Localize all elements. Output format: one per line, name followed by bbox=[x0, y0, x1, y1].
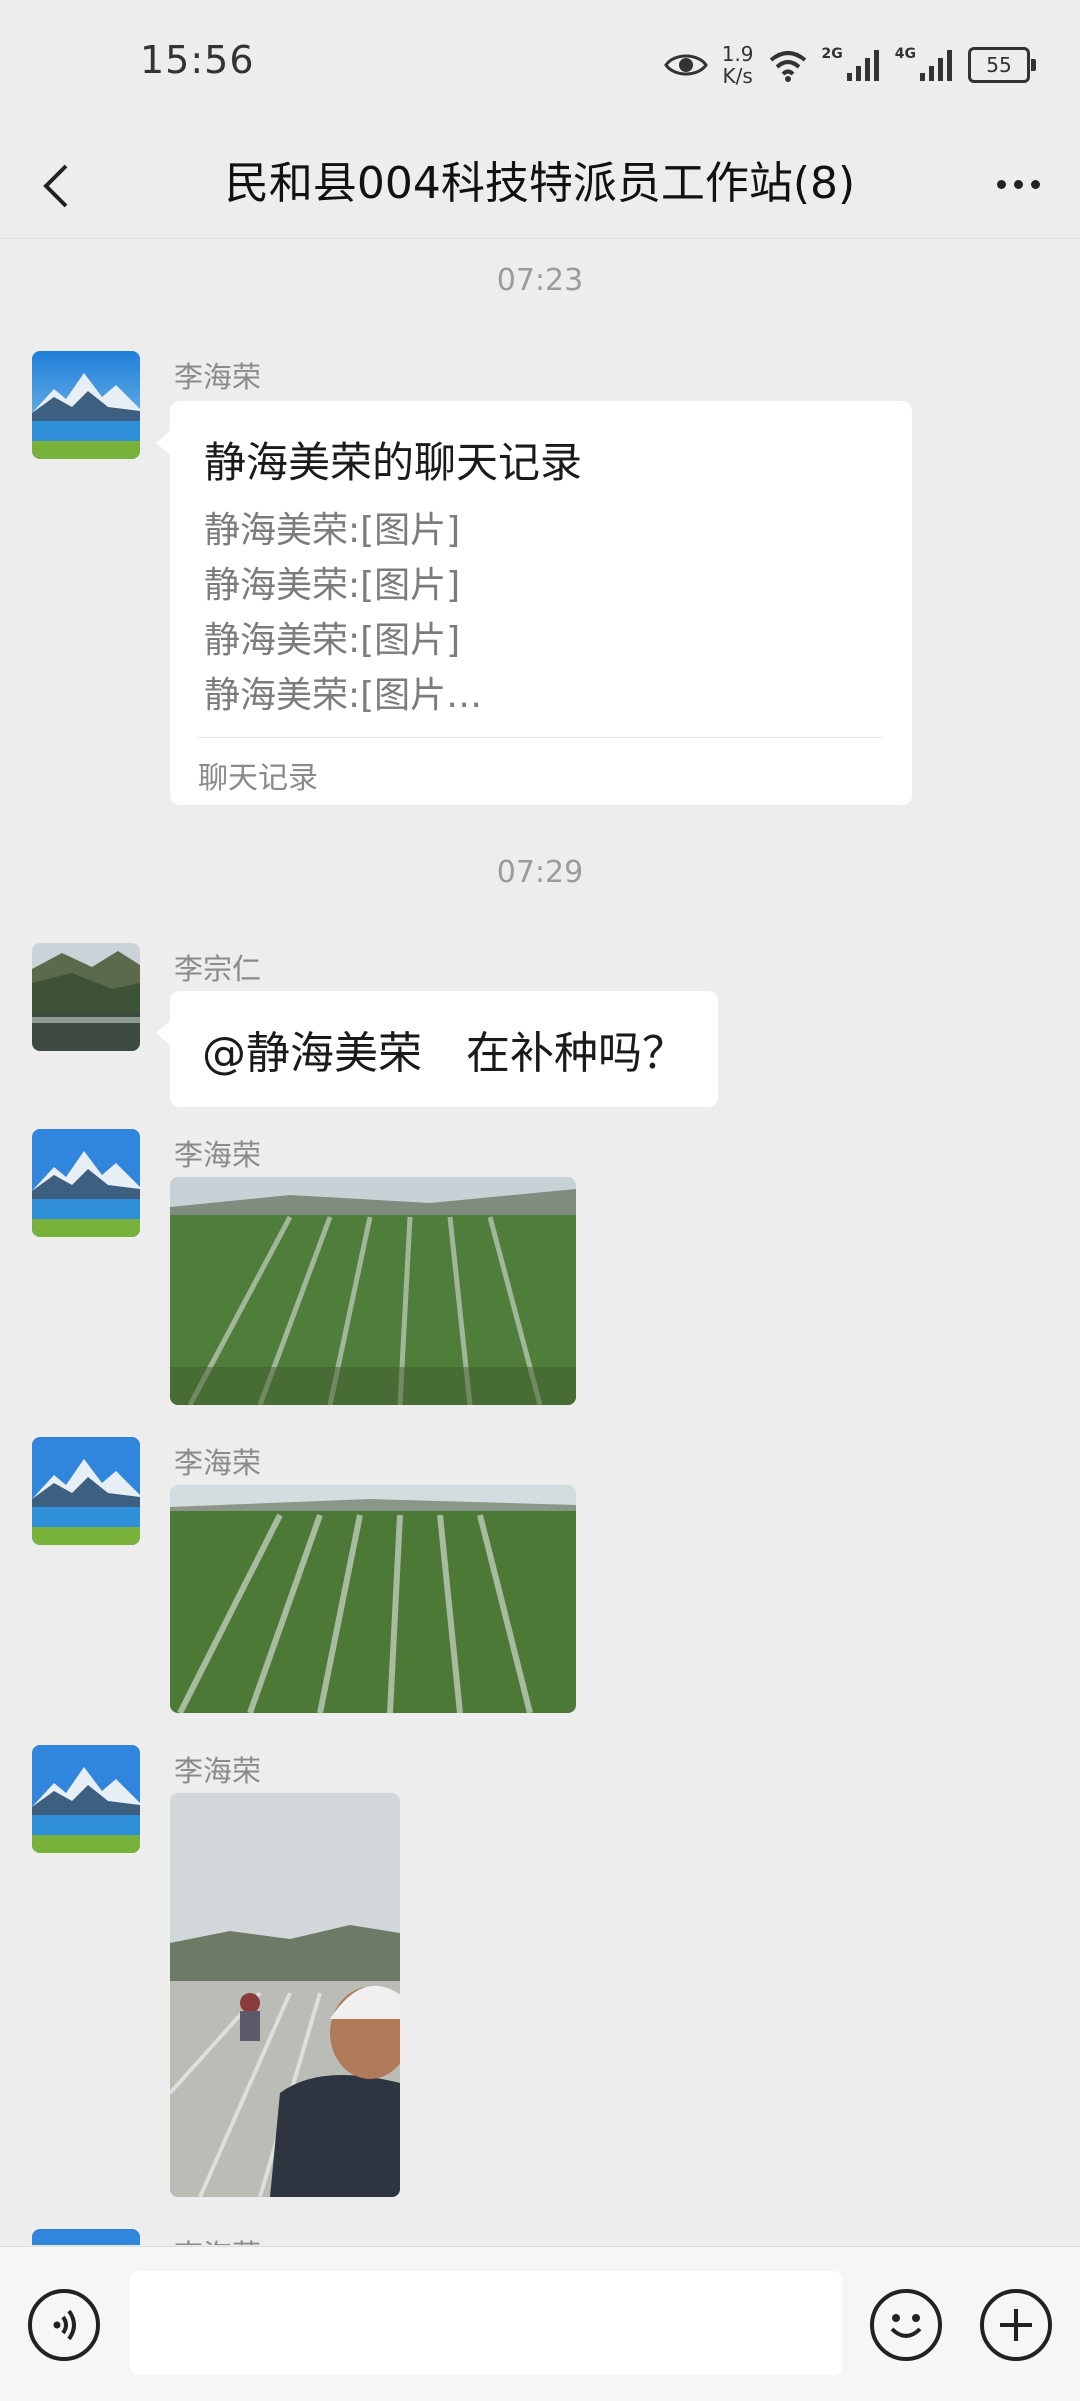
chat-record-card[interactable]: 静海美荣的聊天记录 静海美荣:[图片] 静海美荣:[图片] 静海美荣:[图片] … bbox=[156, 401, 912, 805]
chat-record-line: 静海美荣:[图片] bbox=[204, 620, 461, 661]
voice-button[interactable] bbox=[28, 2289, 100, 2361]
page-title: 民和县004科技特派员工作站(8) bbox=[224, 158, 856, 209]
avatar[interactable] bbox=[32, 1129, 140, 1237]
speed-value: 1.9 bbox=[721, 42, 754, 66]
avatar[interactable] bbox=[32, 943, 140, 1051]
signal-icon bbox=[846, 50, 879, 81]
plus-button[interactable] bbox=[980, 2289, 1052, 2361]
chat-record-line: 静海美荣:[图片… bbox=[204, 675, 483, 716]
status-icons: 1.9 K/s 2G 4G 55 bbox=[663, 40, 1036, 90]
signal-icon-2 bbox=[920, 50, 952, 81]
avatar[interactable] bbox=[32, 1437, 140, 1545]
more-dot-icon bbox=[1030, 179, 1040, 189]
chevron-left-icon bbox=[43, 164, 68, 208]
message-list[interactable]: 07:23 李海荣 静海美荣的聊天记录 静海美荣:[图片] 静海美荣:[图片] … bbox=[0, 239, 1080, 2245]
message-input[interactable] bbox=[130, 2271, 842, 2375]
sender-name: 李宗仁 bbox=[174, 952, 262, 986]
image-message[interactable] bbox=[170, 1485, 576, 1713]
input-bar bbox=[0, 2246, 1080, 2401]
image-message[interactable] bbox=[170, 1793, 400, 2197]
sender-name: 李海荣 bbox=[174, 1138, 262, 1172]
emoji-icon bbox=[890, 2314, 922, 2338]
plus-icon bbox=[1000, 2309, 1032, 2341]
net-type-2g: 2G bbox=[821, 46, 843, 62]
chat-record-footer: 聊天记录 bbox=[198, 761, 318, 796]
image-message[interactable] bbox=[170, 1177, 576, 1405]
sender-name: 李海荣 bbox=[174, 2232, 261, 2245]
status-bar: 15:56 1.9 K/s 2G 4G 55 bbox=[0, 0, 1080, 130]
sender-name: 李海荣 bbox=[174, 360, 262, 394]
wifi-icon bbox=[769, 51, 806, 82]
eye-icon bbox=[663, 54, 708, 76]
more-dot-icon bbox=[1013, 179, 1023, 189]
chat-header: 民和县004科技特派员工作站(8) bbox=[0, 130, 1080, 239]
status-time: 15:56 bbox=[140, 38, 255, 82]
chat-record-line: 静海美荣:[图片] bbox=[204, 565, 461, 606]
battery-icon: 55 bbox=[968, 47, 1036, 83]
back-button[interactable] bbox=[32, 152, 92, 216]
avatar[interactable] bbox=[32, 2229, 140, 2245]
more-dot-icon bbox=[996, 179, 1006, 189]
speed-unit: K/s bbox=[722, 64, 753, 88]
chat-record-line: 静海美荣:[图片] bbox=[204, 510, 461, 551]
more-button[interactable] bbox=[986, 152, 1050, 216]
avatar[interactable] bbox=[32, 351, 140, 459]
text-bubble[interactable]: @静海美荣 在补种吗？ bbox=[156, 991, 718, 1107]
voice-icon bbox=[53, 2309, 76, 2341]
timestamp: 07:23 bbox=[496, 263, 584, 298]
sender-name: 李海荣 bbox=[174, 1754, 262, 1788]
avatar[interactable] bbox=[32, 1745, 140, 1853]
timestamp: 07:29 bbox=[496, 855, 584, 890]
net-type-4g: 4G bbox=[894, 46, 916, 62]
divider bbox=[198, 737, 882, 738]
emoji-button[interactable] bbox=[870, 2289, 942, 2361]
message-text: @静海美荣 在补种吗？ bbox=[202, 1028, 686, 1079]
chat-record-title: 静海美荣的聊天记录 bbox=[204, 438, 583, 487]
network-speed: 1.9 K/s bbox=[722, 43, 754, 87]
sender-name: 李海荣 bbox=[174, 1446, 262, 1480]
